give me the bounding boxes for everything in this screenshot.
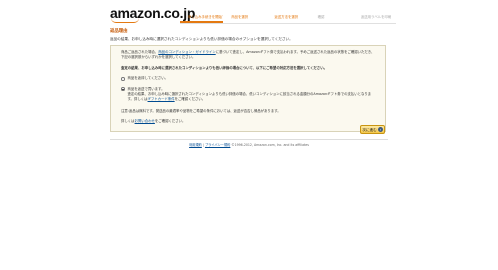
guideline-text-before: 商品ご返品された場合、 [121,50,159,54]
next-button-label: 次に進む [362,128,377,132]
help-suffix: をご確認ください。 [154,119,186,124]
step-start: 申し込み手続きを開始する [180,15,224,23]
progress-steps: 申し込み手続きを開始する 商品を選択 返送方法を選択 確認 返送用ラベルを印刷 [180,15,396,24]
guideline-paragraph: 商品ご返品された場合、商品のコンディション・ガイドラインに基づいて査定し、Ama… [121,50,377,61]
step-confirm: 確認 [317,15,325,19]
terms-link[interactable]: 利用規約 [189,143,202,147]
help-line: 詳しくはお問い合わせをご確認ください。 [121,119,377,124]
instruction-heading: 査定の結果、お申し込み時に選択されたコンディションよりも低い評価の場合について、… [121,65,327,70]
footer-divider [110,139,388,140]
intro-text: 返品の結果、お申し込み時に選択されたコンディションよりも低い評価の場合のオプショ… [110,37,293,41]
privacy-link[interactable]: プライバシー規約 [205,143,230,147]
contact-link[interactable]: お問い合わせ [135,119,155,123]
header: amazon.co.jp 申し込み手続きを開始する 商品を選択 返送方法を選択 … [110,6,396,24]
arrow-right-icon: › [378,127,383,132]
step-select-item: 商品を選択 [231,15,249,19]
return-item-label: 商品を返却してください。 [127,76,168,81]
buy-item-radio[interactable] [121,87,125,91]
buy-item-text: 商品を返送で買います。 査定の結果、お申し込み時に選択されたコンディションよりも… [128,87,378,103]
notice-text: 注意:返品は無料です。発送品の最適率や品物をご希望の条件においては、返送が否否し… [121,108,281,113]
condition-guideline-link[interactable]: 商品のコンディション・ガイドライン [158,50,215,54]
return-item-radio[interactable] [121,77,125,81]
buy-item-desc-after: をご確認ください。 [174,97,206,102]
step-print-label: 返送用ラベルを印刷 [360,15,392,19]
help-prefix: 詳しくは [121,119,135,124]
option-return-item[interactable]: 商品を返却してください。 [121,76,377,81]
copyright-text: ©1996-2012, Amazon.com, Inc. and its aff… [231,143,309,147]
option-buy-item[interactable]: 商品を返送で買います。 査定の結果、お申し込み時に選択されたコンディションよりも… [121,87,377,103]
next-button[interactable]: 次に進む › [360,125,385,134]
gift-card-terms-link[interactable]: ギフトカード条件 [148,97,175,101]
amazon-smile-icon [111,18,139,23]
footer: 利用規約 | プライバシー規約 ©1996-2012, Amazon.com, … [110,142,388,147]
buy-item-description: 査定の結果、お申し込み時に選択されたコンディションよりも低い評価の場合、低いコン… [128,92,378,103]
page-title: 返品理由 [110,29,128,34]
options-panel: 商品ご返品された場合、商品のコンディション・ガイドラインに基づいて査定し、Ama… [110,45,386,132]
footer-separator: | [202,143,204,147]
page-container: amazon.co.jp 申し込み手続きを開始する 商品を選択 返送方法を選択 … [110,6,396,132]
step-return-method: 返送方法を選択 [274,15,299,19]
